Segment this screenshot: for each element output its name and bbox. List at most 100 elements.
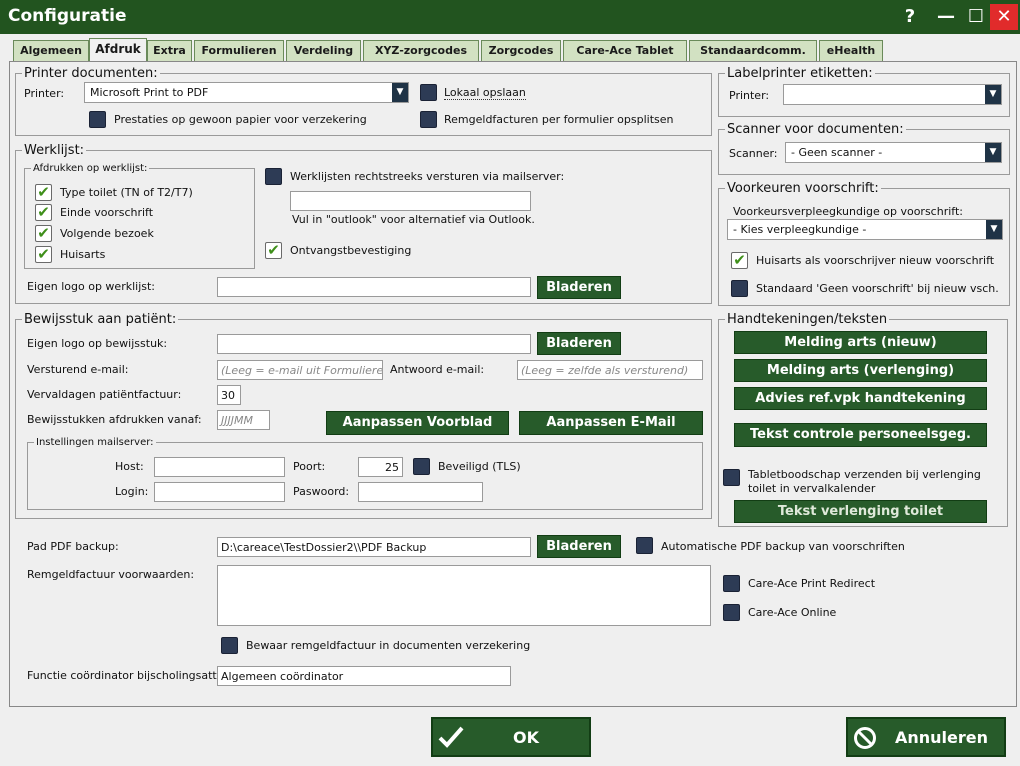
print-from-label: Bewijsstukken afdrukken vanaf: (27, 413, 202, 426)
next-visit-checkbox[interactable]: ✔ (35, 225, 52, 242)
tablet-message-label: Tabletboodschap verzenden bij verlenging… (748, 468, 981, 495)
label-printer-select[interactable]: ▼ (783, 84, 1002, 105)
edit-email-button[interactable]: Aanpassen E-Mail (519, 411, 703, 435)
ok-button[interactable]: OK (431, 717, 591, 757)
tab-standaardcomm[interactable]: Standaardcomm. (689, 40, 817, 61)
maximize-button[interactable]: ☐ (962, 4, 990, 30)
ok-label: OK (513, 728, 539, 747)
printer-select[interactable]: Microsoft Print to PDF ▼ (84, 82, 409, 103)
mail-direct-checkbox[interactable] (265, 168, 282, 185)
minimize-button[interactable]: — (932, 4, 960, 30)
doctor-extension-button[interactable]: Melding arts (verlenging) (734, 359, 987, 382)
tab-zorgcodes[interactable]: Zorgcodes (481, 40, 561, 61)
cancel-button[interactable]: Annuleren (846, 717, 1006, 757)
staff-text-button[interactable]: Tekst controle personeelsgeg. (734, 423, 987, 447)
label-printer-label: Printer: (729, 89, 770, 102)
services-plain-checkbox[interactable] (89, 111, 106, 128)
chevron-down-icon: ▼ (986, 220, 1002, 239)
type-toilet-label: Type toilet (TN of T2/T7) (60, 186, 193, 199)
signatures-legend: Handtekeningen/teksten (727, 312, 888, 327)
print-redirect-label: Care-Ace Print Redirect (748, 577, 876, 590)
tab-algemeen[interactable]: Algemeen (13, 40, 89, 61)
services-plain-label: Prestaties op gewoon papier voor verzeke… (114, 113, 367, 126)
local-save-checkbox[interactable] (420, 84, 437, 101)
sender-email-input[interactable]: (Leeg = e-mail uit Formulieren) (217, 360, 383, 380)
tab-ehealth[interactable]: eHealth (819, 40, 883, 61)
keep-invoice-label: Bewaar remgeldfactuur in documenten verz… (246, 639, 531, 652)
tablet-message-checkbox[interactable] (723, 469, 740, 486)
prescription-prefs-legend: Voorkeuren voorschrift: (727, 181, 879, 196)
preferred-nurse-value: - Kies verpleegkundige - (733, 223, 867, 236)
receipt-logo-input[interactable] (217, 334, 531, 354)
cancel-icon (854, 727, 876, 749)
gp-prescriber-label: Huisarts als voorschrijver nieuw voorsch… (756, 254, 995, 267)
tab-xyz-zorgcodes[interactable]: XYZ-zorgcodes (363, 40, 479, 61)
type-toilet-checkbox[interactable]: ✔ (35, 184, 52, 201)
receipt-checkbox[interactable]: ✔ (265, 242, 282, 259)
terms-textarea[interactable] (217, 565, 711, 626)
gp-prescriber-checkbox[interactable]: ✔ (731, 252, 748, 269)
gp-checkbox[interactable]: ✔ (35, 246, 52, 263)
preferred-nurse-select[interactable]: - Kies verpleegkundige - ▼ (727, 219, 1003, 240)
tab-extra[interactable]: Extra (147, 40, 192, 61)
mail-direct-label: Werklijsten rechtstreeks versturen via m… (290, 170, 565, 183)
worklist-print-legend: Afdrukken op werklijst: (33, 163, 148, 174)
mail-server-input[interactable] (290, 191, 531, 211)
login-input[interactable] (154, 482, 285, 502)
close-button[interactable]: ✕ (990, 4, 1018, 30)
tab-afdruk[interactable]: Afdruk (89, 38, 147, 62)
help-button[interactable]: ? (896, 4, 924, 30)
worklist-browse-button[interactable]: Bladeren (537, 276, 621, 299)
split-checkbox[interactable] (420, 111, 437, 128)
scanner-select-value: - Geen scanner - (791, 146, 883, 159)
tab-verdeling[interactable]: Verdeling (286, 40, 361, 61)
keep-invoice-checkbox[interactable] (221, 637, 238, 654)
worklist-logo-input[interactable] (217, 277, 531, 297)
password-label: Paswoord: (293, 485, 350, 498)
reply-email-label: Antwoord e-mail: (390, 363, 485, 376)
pdf-backup-input[interactable]: D:\careace\TestDossier2\\PDF Backup (217, 537, 531, 557)
patient-receipt-legend: Bewijsstuk aan patiënt: (24, 312, 177, 327)
scanner-select[interactable]: - Geen scanner - ▼ (785, 142, 1002, 163)
host-input[interactable] (154, 457, 285, 477)
edit-cover-button[interactable]: Aanpassen Voorblad (326, 411, 509, 435)
receipt-label: Ontvangstbevestiging (290, 244, 412, 257)
label-printer-legend: Labelprinter etiketten: (727, 66, 873, 81)
coordinator-input[interactable]: Algemeen coördinator (217, 666, 511, 686)
doctor-new-button[interactable]: Melding arts (nieuw) (734, 331, 987, 354)
scanner-legend: Scanner voor documenten: (727, 122, 904, 137)
tls-checkbox[interactable] (413, 458, 430, 475)
mail-server-legend: Instellingen mailserver: (36, 437, 154, 448)
pdf-browse-button[interactable]: Bladeren (537, 535, 621, 558)
due-days-input[interactable]: 30 (217, 385, 241, 405)
online-checkbox[interactable] (723, 604, 740, 621)
extend-toilet-text-button[interactable]: Tekst verlenging toilet (734, 500, 987, 523)
chevron-down-icon: ▼ (392, 83, 408, 102)
tls-label: Beveiligd (TLS) (438, 460, 521, 473)
reply-email-input[interactable]: (Leeg = zelfde als versturend) (517, 360, 703, 380)
referral-signature-button[interactable]: Advies ref.vpk handtekening (734, 387, 987, 410)
port-input[interactable]: 25 (358, 457, 403, 477)
gp-label: Huisarts (60, 248, 106, 261)
login-label: Login: (115, 485, 149, 498)
title-bar (0, 0, 1020, 34)
next-visit-label: Volgende bezoek (60, 227, 154, 240)
no-prescription-label: Standaard 'Geen voorschrift' bij nieuw v… (756, 282, 999, 295)
sender-email-label: Versturend e-mail: (27, 363, 129, 376)
end-prescription-checkbox[interactable]: ✔ (35, 204, 52, 221)
pdf-backup-label: Pad PDF backup: (27, 540, 119, 553)
tab-formulieren[interactable]: Formulieren (194, 40, 284, 61)
no-prescription-checkbox[interactable] (731, 280, 748, 297)
auto-pdf-checkbox[interactable] (636, 537, 653, 554)
due-days-label: Vervaldagen patiëntfactuur: (27, 388, 182, 401)
cancel-label: Annuleren (895, 728, 989, 747)
scanner-label: Scanner: (729, 147, 778, 160)
printer-documents-legend: Printer documenten: (24, 66, 158, 81)
tab-care-ace-tablet[interactable]: Care-Ace Tablet (563, 40, 687, 61)
printer-select-value: Microsoft Print to PDF (90, 86, 209, 99)
password-input[interactable] (358, 482, 483, 502)
receipt-browse-button[interactable]: Bladeren (537, 332, 621, 355)
local-save-label: Lokaal opslaan (444, 86, 526, 100)
print-from-input[interactable]: JJJJMM (217, 410, 270, 430)
print-redirect-checkbox[interactable] (723, 575, 740, 592)
